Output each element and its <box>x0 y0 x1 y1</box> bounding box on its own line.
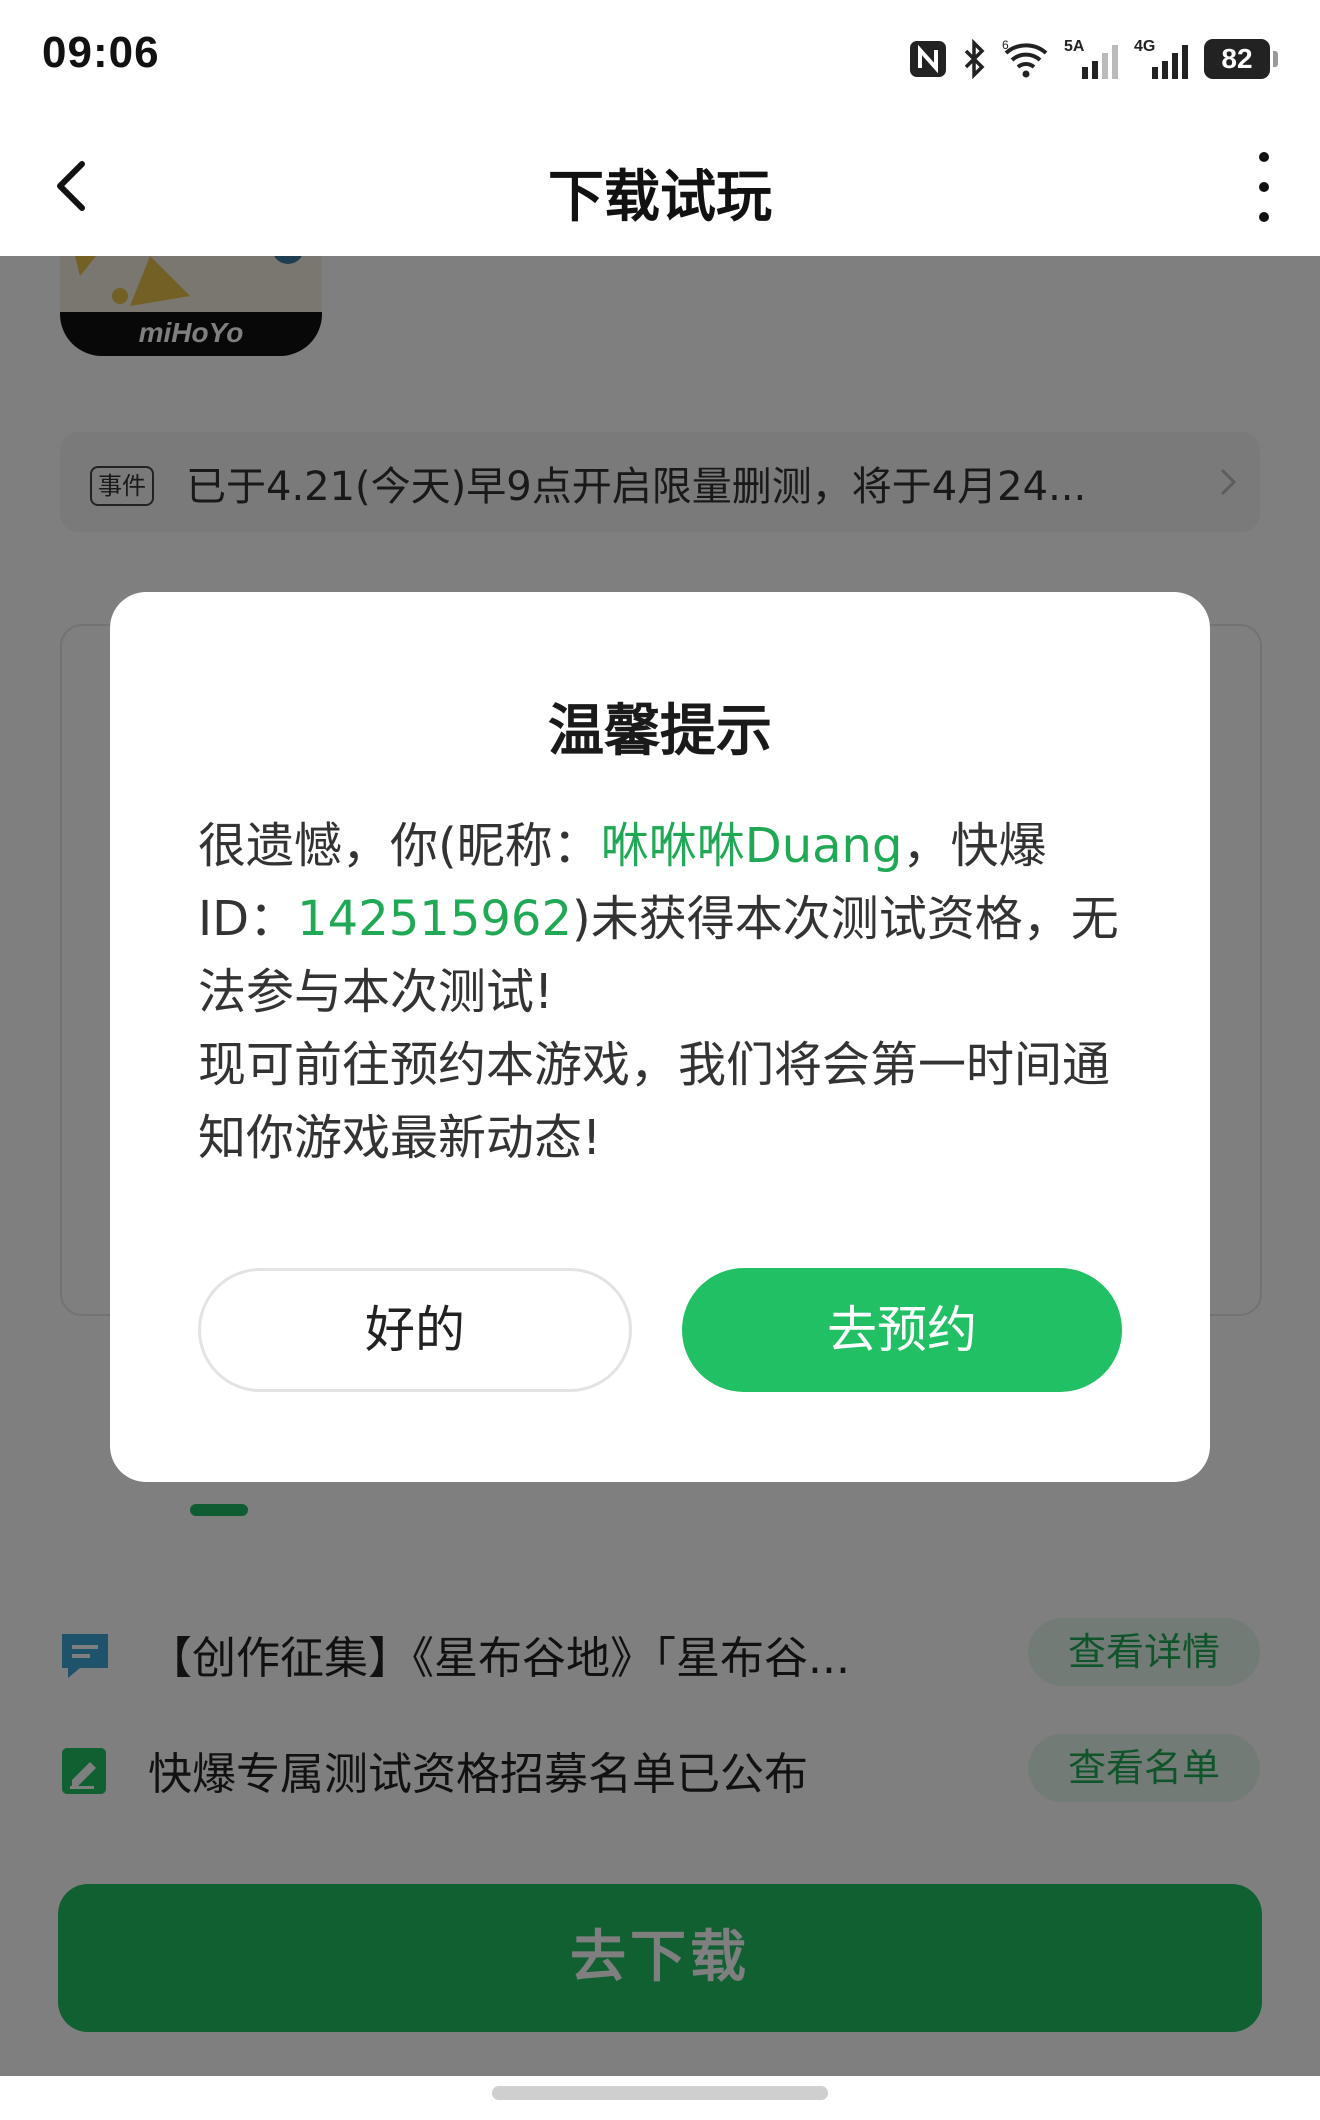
status-bar: 09:06 6 5A 4G 82 <box>0 0 1320 116</box>
dialog-message-prefix: 很遗憾，你(昵称： <box>198 818 601 874</box>
nav-bar: 下载试玩 <box>0 116 1320 256</box>
status-time: 09:06 <box>42 28 160 77</box>
signal-4g-icon: 4G <box>1134 38 1188 79</box>
signal-5a-label: 5A <box>1064 38 1085 55</box>
page-title: 下载试玩 <box>548 165 772 230</box>
system-icons: 6 5A 4G 82 <box>908 36 1278 82</box>
reserve-button[interactable]: 去预约 <box>682 1268 1122 1392</box>
signal-4g-label: 4G <box>1134 38 1155 55</box>
battery-level: 82 <box>1204 39 1270 79</box>
svg-text:6: 6 <box>1002 39 1009 52</box>
home-indicator[interactable] <box>492 2086 828 2100</box>
bluetooth-icon <box>964 39 985 79</box>
battery-icon: 82 <box>1204 39 1278 79</box>
nfc-icon <box>910 41 946 77</box>
nickname: 咻咻咻Duang <box>600 818 903 874</box>
ok-button[interactable]: 好的 <box>198 1268 632 1392</box>
gesture-bar <box>0 2076 1320 2120</box>
user-id: 142515962 <box>297 891 572 947</box>
notice-dialog: 温馨提示 很遗憾，你(昵称：咻咻咻Duang，快爆ID：142515962)未获… <box>110 592 1210 1482</box>
dialog-title: 温馨提示 <box>548 699 772 764</box>
dialog-message: 很遗憾，你(昵称：咻咻咻Duang，快爆ID：142515962)未获得本次测试… <box>198 810 1142 1175</box>
signal-5a-icon: 5A <box>1064 38 1118 79</box>
more-menu-icon[interactable] <box>1244 152 1284 222</box>
dialog-message-line2: 现可前往预约本游戏，我们将会第一时间通知你游戏最新动态! <box>198 1037 1111 1166</box>
wifi-icon: 6 <box>1002 39 1048 78</box>
